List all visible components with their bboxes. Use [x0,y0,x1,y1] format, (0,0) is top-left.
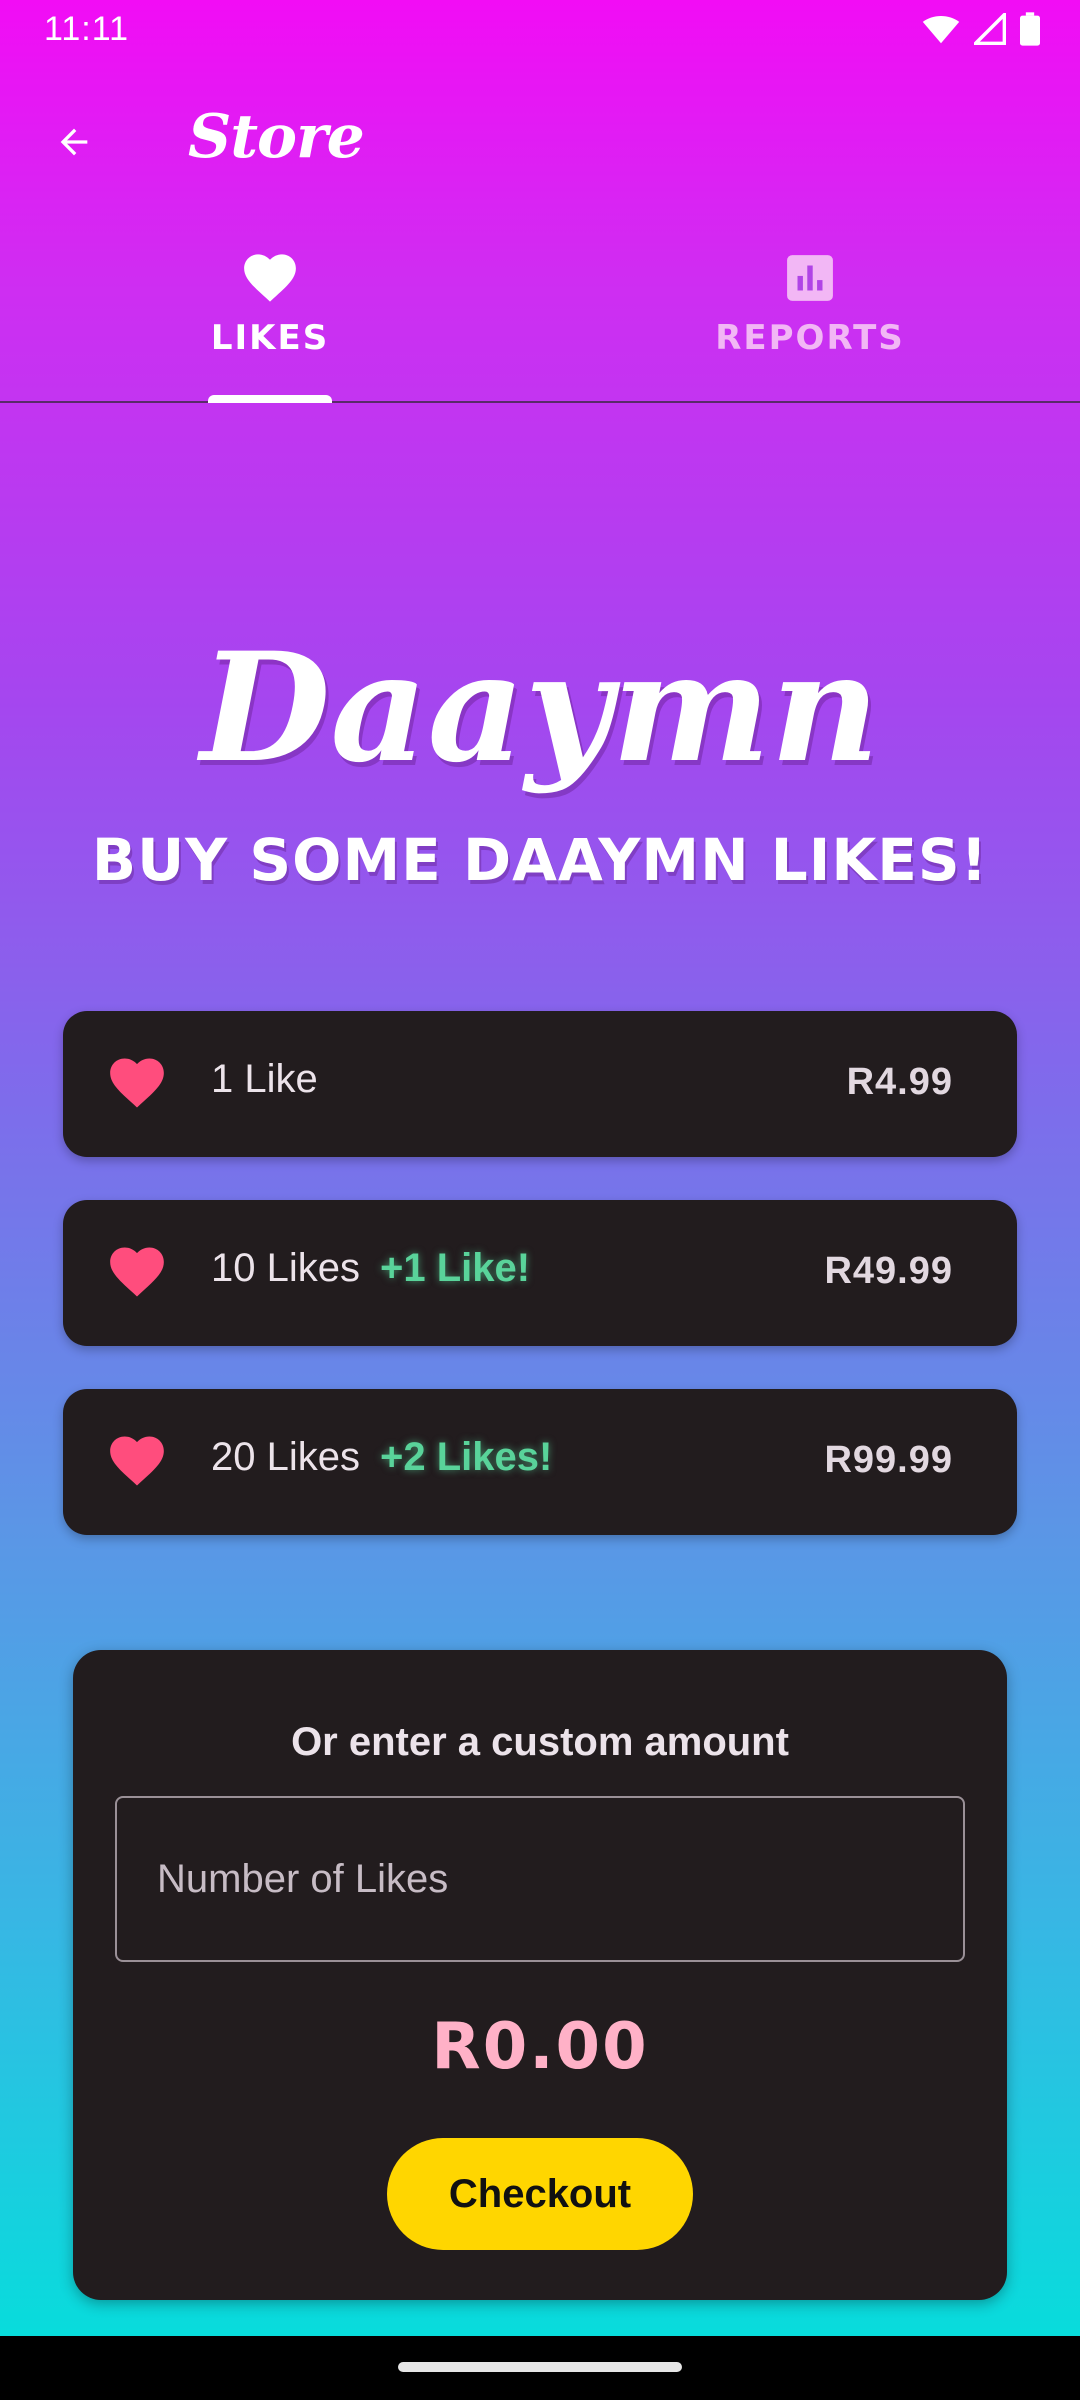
battery-icon [1020,12,1040,46]
bar-chart-icon [787,255,833,301]
tab-reports[interactable]: REPORTS [540,230,1080,403]
package-quantity: 1 Like [211,1057,318,1101]
brand-logo-text: Daaymn [200,620,880,796]
wifi-icon [922,15,960,44]
headline: BUY SOME DAAYMN LIKES! [91,826,989,894]
home-gesture-handle[interactable] [398,2362,682,2372]
heart-icon [244,254,296,302]
page-title: Store [188,102,365,172]
package-price: R99.99 [824,1439,953,1481]
checkout-button[interactable]: Checkout [387,2138,693,2250]
store-screen: 11:11 Store LIKES REPORTS Daaymn BUY SOM… [0,0,1080,2336]
heart-icon [110,1058,164,1108]
package-price: R4.99 [846,1061,953,1103]
package-price: R49.99 [824,1250,953,1292]
back-button[interactable] [40,108,108,176]
tab-reports-label: REPORTS [715,318,905,358]
tab-bar: LIKES REPORTS [0,230,1080,403]
system-nav-bar [0,2336,1080,2400]
package-20-likes[interactable]: 20 Likes +2 Likes! R99.99 [63,1389,1017,1535]
package-quantity: 10 Likes +1 Like! [211,1246,531,1290]
package-1-like[interactable]: 1 Like R4.99 [63,1011,1017,1157]
package-quantity: 20 Likes +2 Likes! [211,1435,553,1479]
status-time: 11:11 [44,10,130,48]
tab-likes[interactable]: LIKES [0,230,540,403]
package-bonus: +1 Like! [379,1246,531,1290]
active-tab-indicator [208,395,332,403]
number-of-likes-input[interactable] [115,1796,965,1962]
arrow-back-icon [60,128,88,156]
app-bar: Store [0,90,1080,190]
package-10-likes[interactable]: 10 Likes +1 Like! R49.99 [63,1200,1017,1346]
custom-amount-title: Or enter a custom amount [291,1720,789,1764]
custom-amount-card: Or enter a custom amount R0.00 Checkout [73,1650,1007,2300]
heart-icon [110,1247,164,1297]
package-bonus: +2 Likes! [379,1435,553,1479]
status-bar: 11:11 [0,0,1080,60]
cellular-signal-icon [974,13,1006,45]
tab-likes-label: LIKES [210,318,330,358]
status-icons [922,12,1040,46]
heart-icon [110,1436,164,1486]
total-price: R0.00 [431,2010,649,2084]
